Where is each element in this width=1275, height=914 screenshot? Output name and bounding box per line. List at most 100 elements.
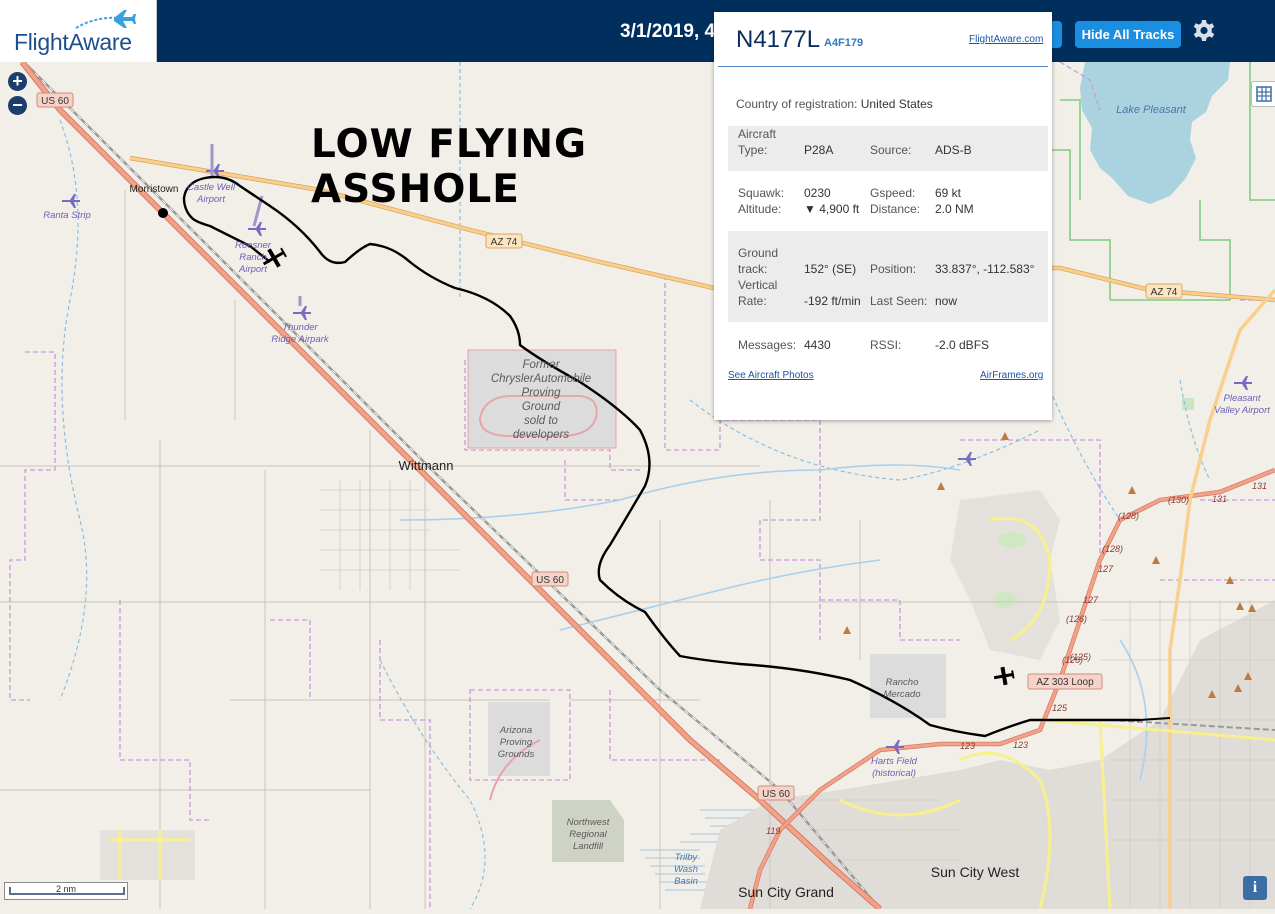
label-roesner: Roesner	[235, 240, 272, 251]
zoom-out-button[interactable]: −	[8, 96, 27, 115]
label-trilby: Wash	[674, 864, 698, 875]
road-number: (125)	[1070, 652, 1091, 662]
label-wittmann: Wittmann	[399, 458, 454, 473]
route-shield-az303: AZ 303 Loop	[1027, 673, 1103, 690]
vertical-rate-label: Vertical	[738, 278, 778, 292]
messages-label: Messages:	[738, 338, 797, 352]
golf-course	[993, 592, 1017, 608]
label-harts: (historical)	[872, 768, 916, 779]
svg-text:US 60: US 60	[41, 96, 69, 107]
rssi-value: -2.0 dBFS	[935, 338, 990, 352]
road-number: (128)	[1102, 544, 1123, 554]
country-row: Country of registration: United States	[736, 97, 933, 111]
map[interactable]: US 60 US 60 US 60 AZ 74 AZ 74 AZ 303 Loo…	[0, 60, 1275, 912]
road-number: (128)	[1118, 511, 1139, 521]
label-chrysler: sold to	[524, 415, 558, 427]
label-arizona-pg: Proving	[500, 737, 533, 748]
gear-icon[interactable]	[1192, 19, 1216, 43]
popup-hex-code: A4F179	[824, 37, 864, 49]
road-number: 119	[766, 826, 780, 836]
label-chrysler: developers	[513, 429, 570, 441]
annotation-line-1: LOW FLYING	[311, 122, 588, 167]
last-seen-value: now	[935, 294, 958, 308]
gspeed-value: 69 kt	[935, 186, 962, 200]
label-morristown: Morristown	[130, 184, 179, 195]
label-castle-well: Airport	[196, 194, 225, 205]
aircraft-type-value: P28A	[804, 143, 834, 157]
scale-label: 2 nm	[55, 884, 76, 894]
logo-text: FlightAware	[14, 29, 132, 55]
route-shield-az74-b: AZ 74	[1145, 283, 1183, 299]
altitude-label: Altitude:	[738, 202, 782, 216]
scale-bar: 2 nm	[4, 882, 128, 900]
label-trilby: Trilby	[675, 852, 699, 863]
label-pleasant-valley: Valley Airport	[1214, 405, 1270, 416]
label-chrysler: Proving	[522, 387, 562, 399]
squawk-label: Squawk:	[738, 186, 785, 200]
squawk-value: 0230	[804, 186, 831, 200]
label-rancho: Mercado	[884, 689, 921, 700]
svg-text:AZ 74: AZ 74	[1151, 287, 1178, 298]
road-number: 127	[1083, 595, 1099, 605]
grid-icon	[1256, 86, 1272, 102]
label-rancho: Rancho	[886, 677, 919, 688]
see-aircraft-photos-link[interactable]: See Aircraft Photos	[728, 370, 814, 381]
info-button[interactable]: i	[1243, 876, 1267, 900]
distance-value: 2.0 NM	[935, 202, 974, 216]
map-canvas[interactable]: US 60 US 60 US 60 AZ 74 AZ 74 AZ 303 Loo…	[0, 60, 1275, 912]
popup-divider	[718, 66, 1048, 67]
hide-all-tracks-button[interactable]: Hide All Tracks	[1075, 21, 1181, 48]
popup-registration: N4177L	[736, 26, 821, 53]
messages-value: 4430	[804, 338, 831, 352]
label-thunder: Thunder	[282, 322, 318, 333]
urban-area-west	[100, 830, 195, 880]
morristown-marker	[158, 208, 168, 218]
label-chrysler: ChryslerAutomobile	[491, 373, 591, 385]
gspeed-label: Gspeed:	[870, 186, 916, 200]
annotation-line-2: ASSHOLE	[311, 167, 520, 212]
label-sun-city-west: Sun City West	[931, 864, 1020, 880]
road-number: (126)	[1066, 614, 1087, 624]
aircraft-type-label: Aircraft	[738, 127, 777, 141]
label-harts: Harts Field	[871, 756, 918, 767]
label-lake-pleasant: Lake Pleasant	[1116, 104, 1187, 116]
annotation-text: LOW FLYING ASSHOLE	[311, 122, 587, 212]
flightaware-logo[interactable]: FlightAware	[0, 0, 157, 62]
park-patch	[1182, 398, 1194, 410]
route-shield-us60-a: US 60	[36, 92, 74, 108]
country-label: Country of registration:	[736, 97, 858, 111]
aircraft-info-popup: N4177L A4F179 FlightAware.com Country of…	[714, 12, 1052, 420]
airframes-link[interactable]: AirFrames.org	[980, 370, 1043, 381]
label-chrysler: Ground	[522, 401, 561, 413]
header-date: 3/1/2019, 4	[620, 21, 716, 42]
svg-text:AZ 303 Loop: AZ 303 Loop	[1036, 677, 1094, 688]
aircraft-type-label: Type:	[738, 143, 768, 157]
popup-band	[728, 231, 1048, 322]
rssi-label: RSSI:	[870, 338, 902, 352]
zoom-in-button[interactable]: +	[8, 72, 27, 91]
road-number: 131	[1252, 481, 1267, 491]
position-label: Position:	[870, 262, 917, 276]
svg-text:AZ 74: AZ 74	[491, 237, 518, 248]
label-roesner: Ranch	[239, 252, 266, 263]
svg-text:US 60: US 60	[762, 789, 790, 800]
golf-course	[998, 532, 1026, 548]
label-landfill: Landfill	[573, 841, 604, 852]
route-shield-az74-a: AZ 74	[485, 233, 523, 249]
road-number: (130)	[1168, 495, 1189, 505]
route-shield-us60-c: US 60	[757, 785, 795, 801]
road-number: 131	[1212, 494, 1227, 504]
route-shield-us60-b: US 60	[531, 571, 569, 587]
layers-button[interactable]	[1251, 81, 1275, 107]
road-number: 123	[960, 741, 975, 751]
road-number: 123	[1013, 740, 1028, 750]
flightaware-link[interactable]: FlightAware.com	[969, 34, 1043, 45]
ground-track-label: Ground	[738, 246, 779, 260]
ground-track-value: 152° (SE)	[804, 262, 857, 276]
label-trilby: Basin	[674, 876, 698, 887]
label-arizona-pg: Grounds	[498, 749, 535, 760]
header-bar: FlightAware 3/1/2019, 4 Hide All Tracks	[0, 0, 1275, 62]
label-castle-well: Castle Well	[187, 182, 236, 193]
source-value: ADS-B	[935, 143, 972, 157]
vertical-rate-value: -192 ft/min	[804, 294, 861, 308]
